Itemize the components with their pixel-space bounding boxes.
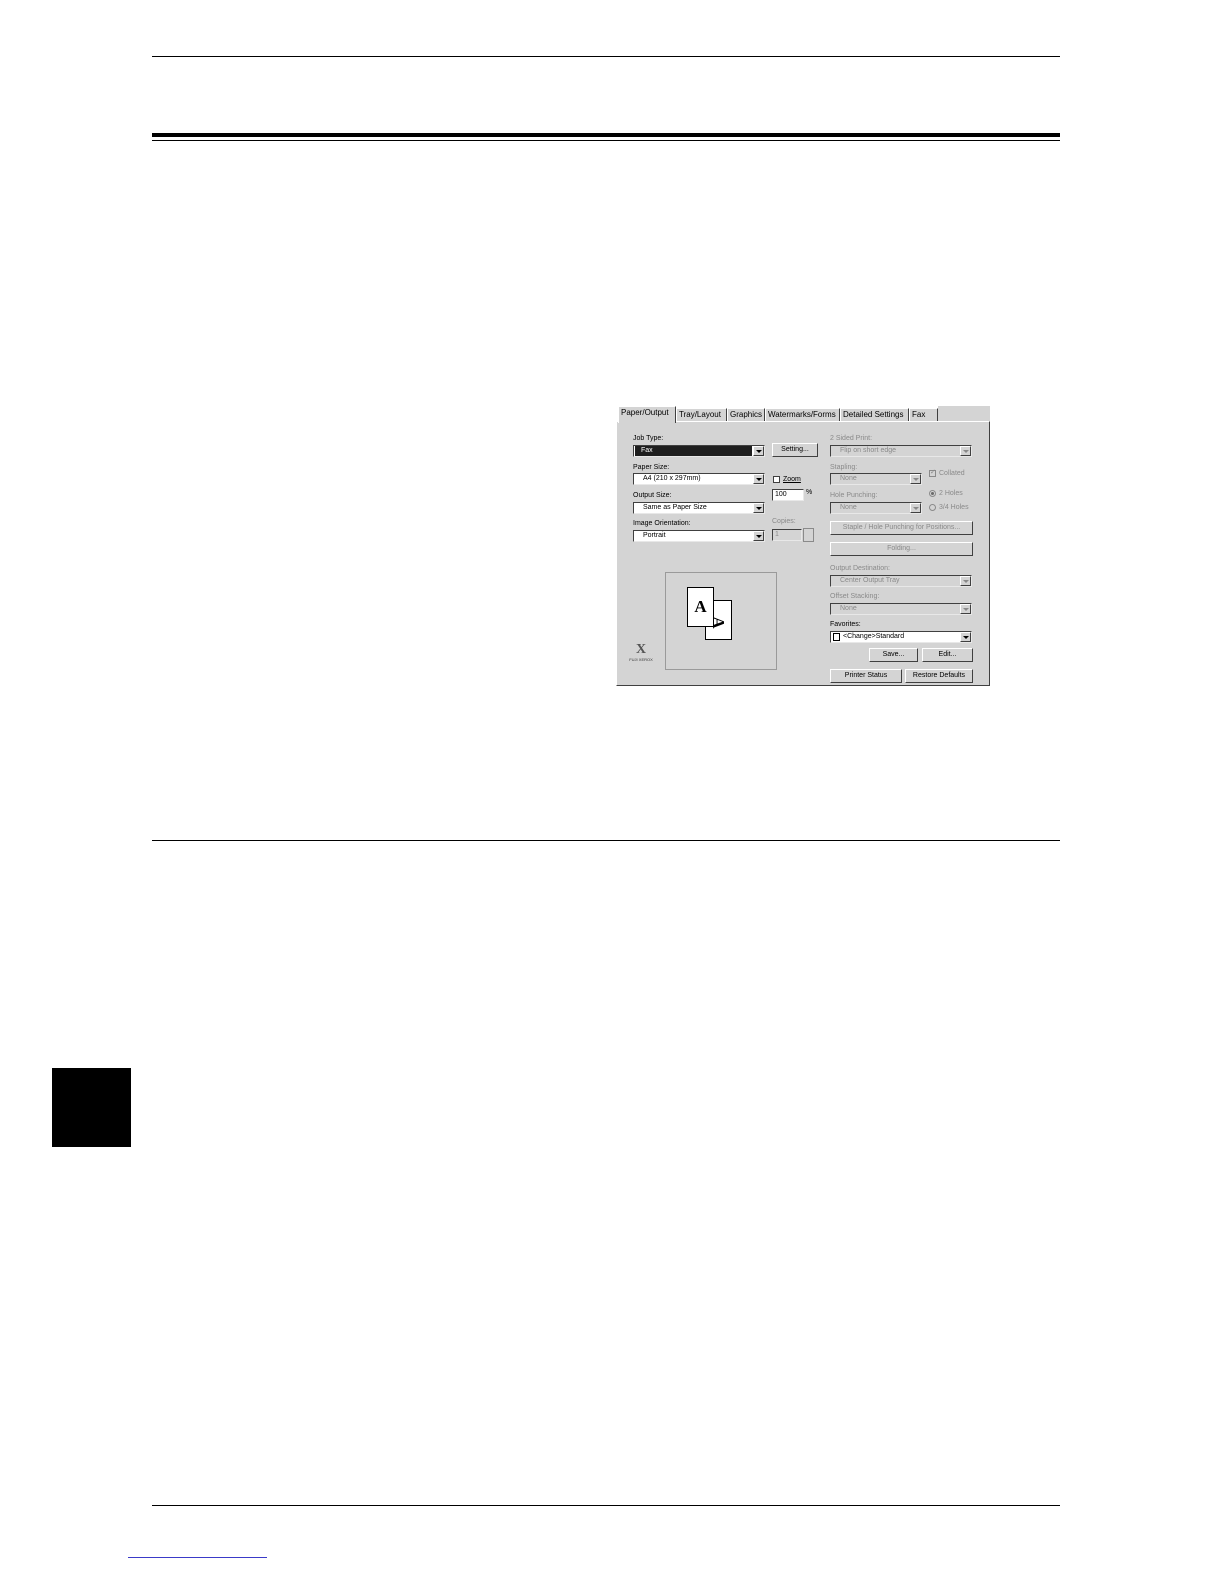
- output-destination-select[interactable]: Center Output Tray: [830, 575, 972, 587]
- two-sided-label: 2 Sided Print:: [830, 435, 873, 442]
- chevron-down-icon[interactable]: [960, 576, 971, 586]
- chevron-down-icon[interactable]: [753, 503, 764, 513]
- output-size-label: Output Size:: [633, 492, 672, 499]
- chevron-down-icon[interactable]: [753, 474, 764, 484]
- tab-strip-filler: [938, 406, 990, 422]
- two-sided-select[interactable]: Flip on short edge: [830, 445, 972, 457]
- image-orientation-label: Image Orientation:: [633, 520, 691, 527]
- chevron-down-icon[interactable]: [960, 604, 971, 614]
- tab-paper-output[interactable]: Paper/Output: [618, 406, 676, 423]
- folding-button[interactable]: Folding...: [830, 542, 973, 556]
- hole-punching-select[interactable]: None: [830, 502, 922, 514]
- copies-field[interactable]: 1: [772, 529, 802, 541]
- staple-hole-positions-button[interactable]: Staple / Hole Punching for Positions...: [830, 521, 973, 535]
- copies-label: Copies:: [772, 518, 796, 525]
- paper-output-panel: Job Type: Fax Setting... Paper Size: A4 …: [616, 421, 990, 686]
- hole-punching-label: Hole Punching:: [830, 492, 878, 499]
- job-type-value: Fax: [635, 446, 752, 456]
- favorites-select[interactable]: <Change>Standard: [830, 631, 972, 643]
- job-type-label: Job Type:: [633, 435, 664, 442]
- three-four-holes-radio[interactable]: [929, 504, 936, 511]
- footer-link-underline: [128, 1557, 267, 1558]
- tab-tray-layout[interactable]: Tray/Layout: [676, 408, 727, 422]
- offset-stacking-select[interactable]: None: [830, 603, 972, 615]
- xerox-x-mark: X: [635, 642, 647, 657]
- chevron-down-icon[interactable]: [910, 474, 921, 484]
- stapling-label: Stapling:: [830, 464, 858, 471]
- three-four-holes-label: 3/4 Holes: [939, 504, 969, 511]
- zoom-label: Zoom: [783, 476, 801, 483]
- image-orientation-value: Portrait: [643, 532, 666, 539]
- offset-stacking-value: None: [840, 605, 857, 612]
- section-rule-thin: [152, 140, 1060, 141]
- offset-stacking-label: Offset Stacking:: [830, 593, 880, 600]
- hole-punching-value: None: [840, 504, 857, 511]
- tab-fax[interactable]: Fax: [909, 408, 938, 422]
- chevron-down-icon[interactable]: [753, 531, 764, 541]
- section-rule-thick: [152, 133, 1060, 137]
- paper-size-select[interactable]: A4 (210 x 297mm): [633, 473, 765, 485]
- printer-status-button[interactable]: Printer Status: [830, 669, 902, 683]
- chevron-down-icon[interactable]: [960, 632, 971, 642]
- two-holes-label: 2 Holes: [939, 490, 963, 497]
- orientation-preview: A A: [665, 572, 777, 670]
- chevron-down-icon[interactable]: [960, 446, 971, 456]
- mid-rule: [152, 840, 1060, 841]
- copies-spinner[interactable]: [803, 528, 814, 542]
- logo-name: FUJI XEROX: [629, 657, 653, 662]
- printer-properties-dialog: Paper/Output Tray/Layout Graphics Waterm…: [616, 406, 990, 686]
- image-orientation-select[interactable]: Portrait: [633, 530, 765, 542]
- output-size-value: Same as Paper Size: [643, 504, 707, 511]
- collated-checkbox[interactable]: [929, 468, 936, 477]
- header-rule: [152, 56, 1060, 57]
- favorites-value: <Change>Standard: [843, 633, 905, 640]
- tab-watermarks-forms[interactable]: Watermarks/Forms: [765, 408, 840, 422]
- output-destination-value: Center Output Tray: [840, 577, 900, 584]
- tab-detailed-settings[interactable]: Detailed Settings: [840, 408, 909, 422]
- chapter-tab-marker: [52, 1068, 131, 1147]
- two-holes-radio[interactable]: [929, 490, 936, 497]
- fuji-xerox-logo: X FUJI XEROX: [627, 642, 655, 663]
- restore-defaults-button[interactable]: Restore Defaults: [905, 669, 973, 683]
- tab-strip: Paper/Output Tray/Layout Graphics Waterm…: [616, 406, 990, 423]
- zoom-percent-field[interactable]: 100: [772, 489, 804, 501]
- job-type-select[interactable]: Fax: [633, 445, 765, 457]
- favorite-page-icon: [833, 633, 840, 641]
- save-favorite-button[interactable]: Save...: [869, 648, 918, 662]
- output-size-select[interactable]: Same as Paper Size: [633, 502, 765, 514]
- edit-favorite-button[interactable]: Edit...: [922, 648, 973, 662]
- paper-size-label: Paper Size:: [633, 464, 670, 471]
- stapling-select[interactable]: None: [830, 473, 922, 485]
- setting-button[interactable]: Setting...: [772, 443, 818, 457]
- tab-graphics[interactable]: Graphics: [727, 408, 765, 422]
- stapling-value: None: [840, 475, 857, 482]
- collated-label: Collated: [939, 470, 965, 477]
- preview-front-page: A: [687, 587, 714, 627]
- zoom-checkbox[interactable]: [773, 476, 780, 483]
- zoom-percent-unit: %: [806, 489, 813, 496]
- chevron-down-icon[interactable]: [753, 446, 764, 456]
- favorites-label: Favorites:: [830, 621, 861, 628]
- output-destination-label: Output Destination:: [830, 565, 890, 572]
- chevron-down-icon[interactable]: [910, 503, 921, 513]
- two-sided-value: Flip on short edge: [840, 447, 897, 454]
- paper-size-value: A4 (210 x 297mm): [643, 475, 701, 482]
- footer-rule: [152, 1505, 1060, 1506]
